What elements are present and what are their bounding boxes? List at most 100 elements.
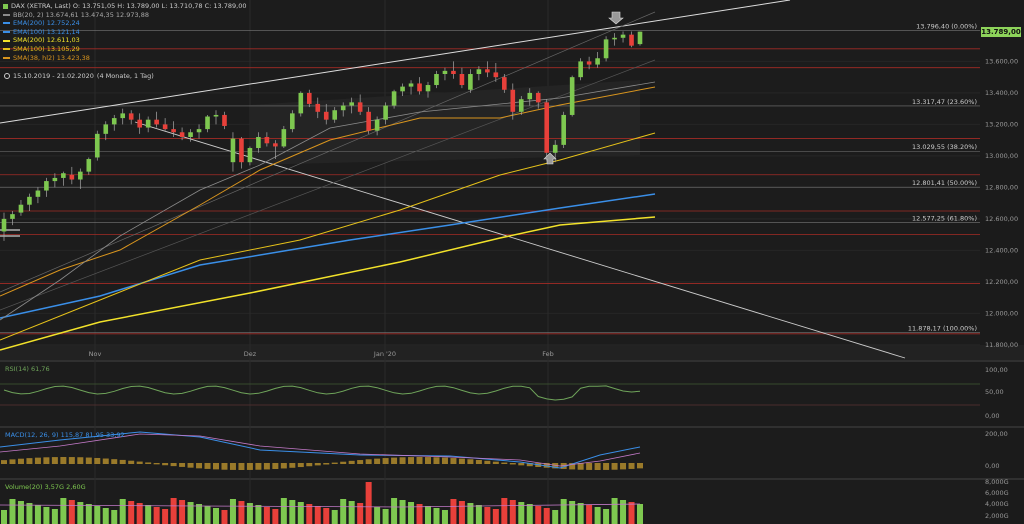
candle-down (171, 129, 176, 133)
candle-down (69, 174, 75, 180)
volume-bar (340, 499, 347, 524)
candle-down (357, 102, 363, 112)
candle-down (629, 34, 634, 46)
macd-histogram-bar (509, 463, 516, 465)
legend-sma100-text: SMA(100) 13.105,29 (13, 44, 80, 53)
macd-histogram-bar (603, 463, 610, 470)
volume-bar (162, 509, 169, 524)
legend-bb-text: BB(20, 2) 13.674,61 13.474,35 12.973,88 (13, 10, 149, 19)
x-tick-label: Dez (244, 350, 257, 358)
macd-histogram-bar (314, 463, 321, 466)
legend-sma100: SMA(100) 13.105,29 (3, 45, 247, 54)
macd-histogram-bar (594, 463, 601, 470)
volume-bar (272, 509, 279, 524)
candle-down (222, 114, 227, 126)
y-tick-label: 12.400,00 (985, 246, 1018, 254)
x-tick-label: Nov (89, 350, 102, 358)
candle-up (408, 83, 414, 87)
macd-histogram-bar (280, 463, 287, 469)
y-tick-label: 12.600,00 (985, 215, 1018, 223)
macd-histogram-bar (51, 457, 58, 464)
volume-bar (620, 500, 627, 524)
volume-bar (399, 500, 406, 524)
candle-down (451, 70, 456, 75)
macd-histogram-bar (68, 457, 75, 464)
macd-panel-bg (0, 428, 980, 478)
candle-up (442, 70, 448, 75)
candle-down (535, 92, 541, 103)
candle-up (103, 124, 109, 134)
candle-down (502, 77, 507, 90)
indicator-legend: DAX (XETRA, Last) O: 13.751,05 H: 13.789… (3, 2, 247, 62)
volume-bar (229, 499, 236, 524)
macd-histogram-bar (441, 457, 448, 464)
macd-histogram-bar (179, 463, 186, 467)
volume-y-tick: 6,000G (985, 489, 1009, 497)
macd-histogram-bar (637, 463, 643, 469)
volume-bar (213, 508, 219, 524)
candle-up (196, 129, 202, 133)
candle-down (366, 111, 371, 131)
macd-label: MACD(12, 26, 9) 115,87 81,95 33,92 (5, 431, 125, 439)
volume-bar (60, 498, 67, 524)
macd-histogram-bar (628, 463, 635, 469)
fib-label: 13.796,40 (0.00%) (916, 22, 977, 30)
volume-bar (331, 510, 338, 524)
legend-sma200: SMA(200) 12.611,03 (3, 36, 247, 45)
macd-histogram-bar (492, 461, 499, 464)
macd-histogram-bar (77, 457, 84, 464)
candle-up (205, 116, 210, 130)
volume-bar (408, 502, 415, 524)
macd-histogram-bar (263, 463, 270, 470)
y-tick-label: 11.800,00 (985, 341, 1018, 349)
legend-title-text: DAX (XETRA, Last) O: 13.751,05 H: 13.789… (11, 2, 247, 10)
candle-up (44, 181, 49, 191)
macd-histogram-bar (1, 460, 7, 464)
legend-ema100-text: EMA(100) 13.121,14 (13, 27, 80, 36)
candle-up (527, 92, 533, 100)
candle-down (315, 103, 321, 112)
volume-y-tick: 2,000G (985, 512, 1009, 520)
macd-histogram-bar (60, 457, 67, 464)
candle-up (637, 31, 643, 45)
y-tick-label: 12.000,00 (985, 309, 1018, 317)
volume-bar (280, 498, 287, 524)
volume-bar (348, 501, 355, 524)
volume-bar (196, 504, 203, 524)
candle-up (61, 173, 66, 178)
macd-histogram-bar (391, 457, 398, 464)
volume-bar (374, 507, 381, 524)
volume-bar (365, 482, 372, 524)
volume-bar (475, 505, 482, 524)
volume-bar (1, 510, 7, 524)
macd-y-tick: 200,00 (985, 430, 1008, 438)
macd-histogram-bar (43, 457, 50, 464)
date-detail-text: (4 Monate, 1 Tag) (96, 72, 154, 80)
macd-histogram-bar (518, 463, 525, 466)
volume-bar (552, 510, 559, 524)
volume-bar (204, 506, 211, 524)
macd-histogram-bar (416, 457, 423, 464)
volume-y-tick: 8,000G (985, 478, 1009, 486)
candle-up (78, 171, 83, 180)
rsi-label: RSI(14) 61,76 (5, 365, 50, 373)
macd-histogram-bar (204, 463, 211, 469)
macd-histogram-bar (170, 463, 177, 467)
last-price-badge: 13.789,00 (981, 27, 1021, 37)
legend-ema100: EMA(100) 13.121,14 (3, 28, 247, 37)
macd-histogram-bar (229, 463, 236, 470)
candle-down (544, 102, 550, 153)
candle-up (281, 129, 287, 147)
macd-histogram-bar (323, 463, 330, 465)
volume-bar (9, 499, 16, 524)
fib-label: 13.317,47 (23.60%) (912, 98, 977, 106)
macd-histogram-bar (433, 457, 440, 464)
rsi-y-tick: 50,00 (985, 388, 1004, 396)
legend-bb: BB(20, 2) 13.674,61 13.474,35 12.973,88 (3, 11, 247, 20)
volume-bar (128, 501, 135, 524)
macd-histogram-bar (467, 459, 474, 464)
macd-histogram-bar (340, 461, 347, 464)
candle-up (349, 102, 354, 106)
macd-histogram-bar (94, 457, 101, 464)
macd-histogram-bar (26, 458, 33, 464)
